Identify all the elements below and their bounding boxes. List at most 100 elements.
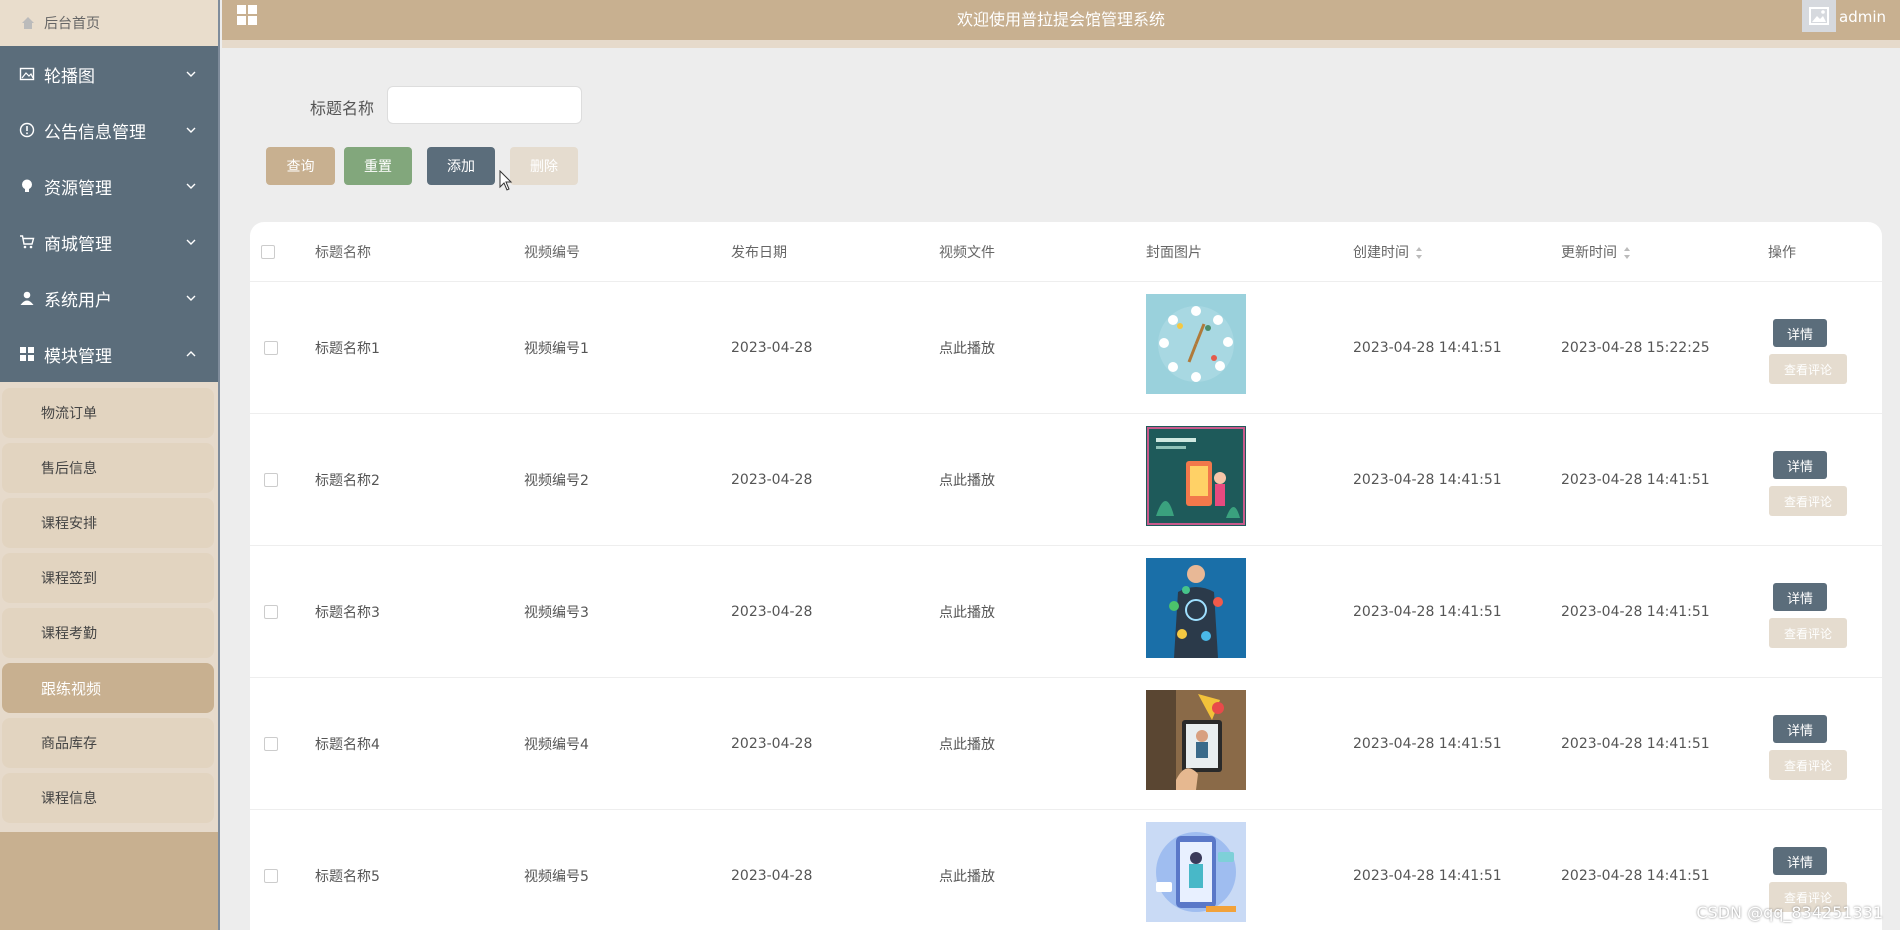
column-header-actions: 操作 [1768, 244, 1796, 261]
submenu: 物流订单 售后信息 课程安排 课程签到 课程考勤 跟练视频 商品库存 课程信息 [0, 382, 218, 832]
delete-button[interactable]: 删除 [510, 147, 578, 185]
search-input[interactable] [387, 86, 582, 124]
sidebar-item-notice[interactable]: 公告信息管理 [0, 102, 218, 158]
chevron-down-icon [186, 71, 196, 77]
submenu-item-checkin[interactable]: 课程签到 [2, 553, 214, 603]
cell-title: 标题名称3 [315, 604, 380, 621]
column-header-cover: 封面图片 [1146, 244, 1202, 261]
chevron-down-icon [186, 183, 196, 189]
select-all-checkbox[interactable] [261, 244, 275, 259]
sidebar-home-label: 后台首页 [44, 16, 100, 32]
row-checkbox[interactable] [264, 472, 278, 487]
table-row: 标题名称5 视频编号5 2023-04-28 点此播放 2023-04-28 1… [250, 810, 1882, 930]
column-header-updated[interactable]: 更新时间 [1561, 242, 1631, 262]
sidebar-item-label: 商城管理 [44, 234, 112, 255]
play-link[interactable]: 点此播放 [939, 338, 995, 358]
page-title: 欢迎使用普拉提会馆管理系统 [956, 10, 1165, 29]
cover-image[interactable] [1146, 558, 1246, 658]
sidebar-item-shop[interactable]: 商城管理 [0, 214, 218, 270]
cell-title: 标题名称4 [315, 736, 380, 753]
submenu-item-attendance[interactable]: 课程考勤 [2, 608, 214, 658]
play-link[interactable]: 点此播放 [939, 866, 995, 886]
username[interactable]: admin [1839, 8, 1886, 26]
detail-button[interactable]: 详情 [1773, 451, 1827, 479]
bulb-icon [18, 177, 36, 195]
sidebar-item-resource[interactable]: 资源管理 [0, 158, 218, 214]
sidebar: 后台首页 轮播图 公告信息管理 资源管理 商城管理 系统用户 模块管理 物流订单… [0, 0, 220, 930]
detail-button[interactable]: 详情 [1773, 583, 1827, 611]
detail-button[interactable]: 详情 [1773, 715, 1827, 743]
column-header-video-no: 视频编号 [524, 244, 580, 261]
cell-created: 2023-04-28 14:41:51 [1353, 603, 1502, 620]
sidebar-item-users[interactable]: 系统用户 [0, 270, 218, 326]
submenu-item-schedule[interactable]: 课程安排 [2, 498, 214, 548]
cell-publish-date: 2023-04-28 [731, 471, 813, 488]
table-row: 标题名称3 视频编号3 2023-04-28 点此播放 2023-04-28 1… [250, 546, 1882, 678]
cell-updated: 2023-04-28 14:41:51 [1561, 735, 1710, 752]
table-row: 标题名称4 视频编号4 2023-04-28 点此播放 2023-04-28 1… [250, 678, 1882, 810]
column-header-created-label: 创建时间 [1353, 244, 1409, 261]
cell-title: 标题名称5 [315, 868, 380, 885]
row-checkbox[interactable] [264, 868, 278, 883]
cell-updated: 2023-04-28 14:41:51 [1561, 471, 1710, 488]
info-circle-icon [18, 121, 36, 139]
sidebar-item-label: 资源管理 [44, 178, 112, 199]
cell-created: 2023-04-28 14:41:51 [1353, 735, 1502, 752]
cell-publish-date: 2023-04-28 [731, 867, 813, 884]
column-header-publish-date: 发布日期 [731, 244, 787, 261]
cell-video-no: 视频编号5 [524, 868, 589, 885]
cover-image[interactable] [1146, 690, 1246, 790]
sidebar-home[interactable]: 后台首页 [0, 0, 218, 46]
cell-updated: 2023-04-28 14:41:51 [1561, 867, 1710, 884]
chevron-down-icon [186, 239, 196, 245]
submenu-item-training-video[interactable]: 跟练视频 [2, 663, 214, 713]
cell-publish-date: 2023-04-28 [731, 735, 813, 752]
chevron-up-icon [186, 351, 196, 357]
data-table: 标题名称 视频编号 发布日期 视频文件 封面图片 创建时间 更新时间 操作 标题… [250, 222, 1882, 930]
table-row: 标题名称2 视频编号2 2023-04-28 点此播放 2023-04-28 1… [250, 414, 1882, 546]
cover-image[interactable] [1146, 426, 1246, 526]
cell-video-no: 视频编号3 [524, 604, 589, 621]
reset-button[interactable]: 重置 [344, 147, 412, 185]
row-checkbox[interactable] [264, 736, 278, 751]
row-checkbox[interactable] [264, 604, 278, 619]
image-placeholder-icon [1809, 7, 1829, 25]
submenu-item-inventory[interactable]: 商品库存 [2, 718, 214, 768]
play-link[interactable]: 点此播放 [939, 734, 995, 754]
submenu-item-course-info[interactable]: 课程信息 [2, 773, 214, 823]
play-link[interactable]: 点此播放 [939, 602, 995, 622]
cover-image[interactable] [1146, 822, 1246, 922]
sort-icon[interactable] [1623, 246, 1631, 260]
cover-image[interactable] [1146, 294, 1246, 394]
view-comments-button[interactable]: 查看评论 [1769, 486, 1847, 516]
mouse-cursor-icon [499, 170, 513, 191]
header-divider [222, 40, 1900, 48]
cell-created: 2023-04-28 14:41:51 [1353, 339, 1502, 356]
table-header: 标题名称 视频编号 发布日期 视频文件 封面图片 创建时间 更新时间 操作 [250, 222, 1882, 282]
cell-publish-date: 2023-04-28 [731, 339, 813, 356]
sort-icon[interactable] [1415, 246, 1423, 260]
detail-button[interactable]: 详情 [1773, 847, 1827, 875]
user-icon [18, 289, 36, 307]
grid-icon [18, 345, 36, 363]
sidebar-item-carousel[interactable]: 轮播图 [0, 46, 218, 102]
submenu-item-aftersale[interactable]: 售后信息 [2, 443, 214, 493]
row-checkbox[interactable] [264, 340, 278, 355]
sidebar-item-modules[interactable]: 模块管理 [0, 326, 218, 382]
cell-title: 标题名称1 [315, 340, 380, 357]
play-link[interactable]: 点此播放 [939, 470, 995, 490]
view-comments-button[interactable]: 查看评论 [1769, 618, 1847, 648]
chevron-down-icon [186, 295, 196, 301]
submenu-item-logistics[interactable]: 物流订单 [2, 388, 214, 438]
view-comments-button[interactable]: 查看评论 [1769, 354, 1847, 384]
avatar[interactable] [1802, 0, 1836, 32]
column-header-updated-label: 更新时间 [1561, 244, 1617, 261]
column-header-created[interactable]: 创建时间 [1353, 242, 1423, 262]
cell-created: 2023-04-28 14:41:51 [1353, 867, 1502, 884]
cell-video-no: 视频编号2 [524, 472, 589, 489]
column-header-title: 标题名称 [315, 244, 371, 261]
add-button[interactable]: 添加 [427, 147, 495, 185]
query-button[interactable]: 查询 [266, 147, 335, 185]
view-comments-button[interactable]: 查看评论 [1769, 750, 1847, 780]
detail-button[interactable]: 详情 [1773, 319, 1827, 347]
